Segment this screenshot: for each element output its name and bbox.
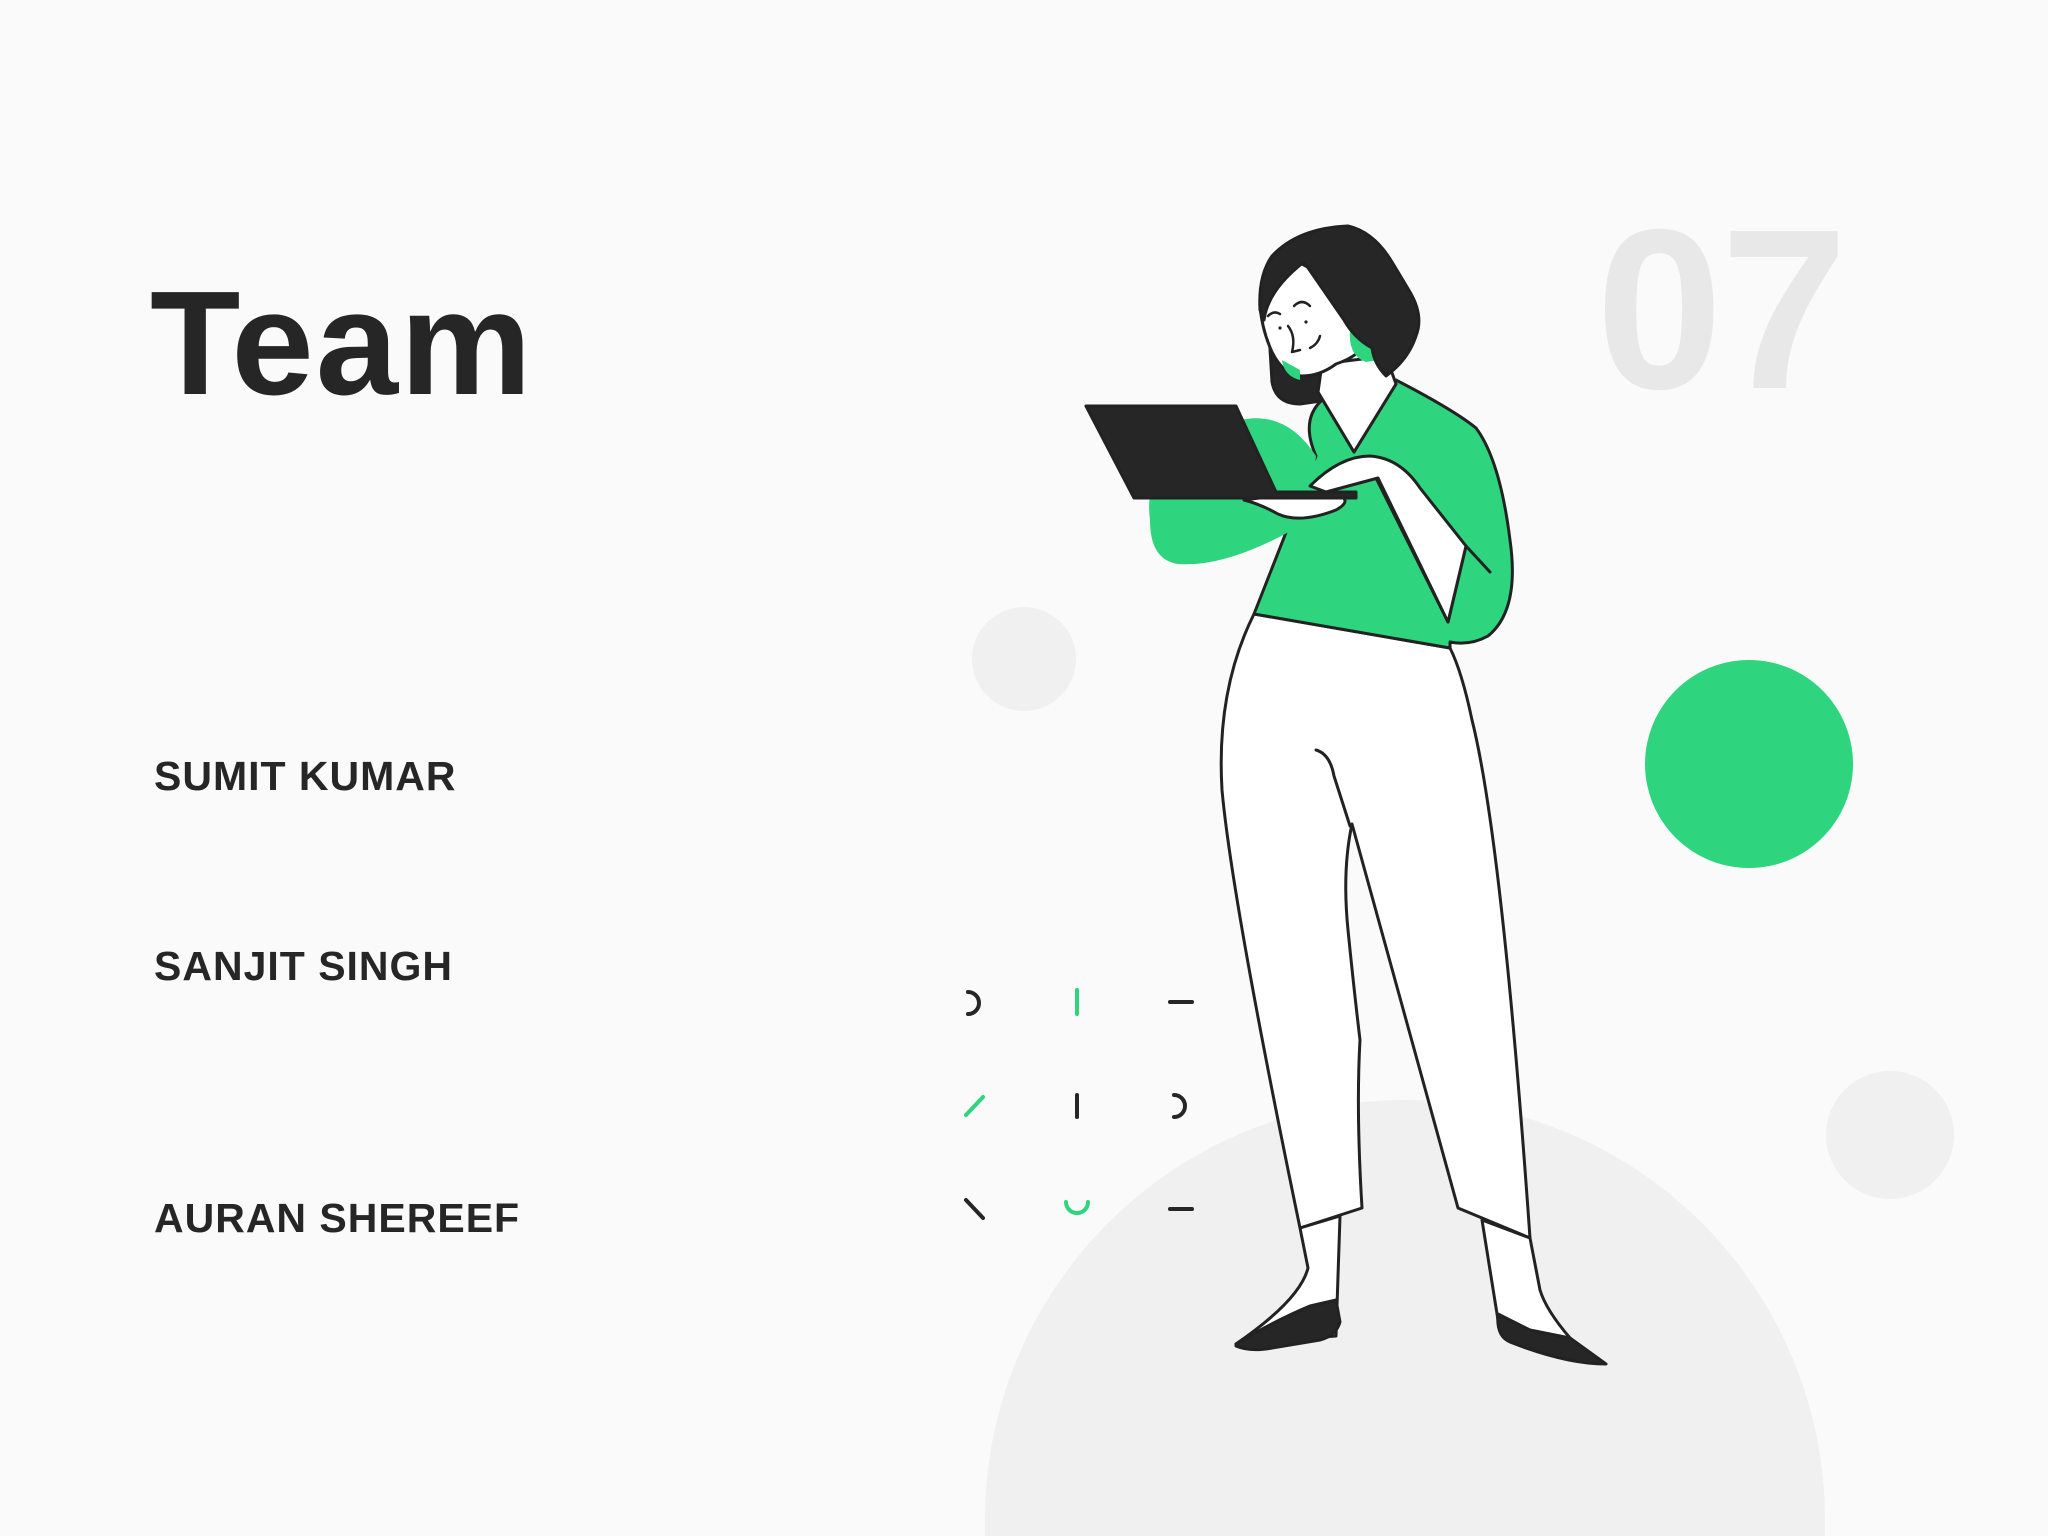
team-member-name: SUMIT KUMAR	[154, 753, 457, 799]
decor-circle-gray-right	[1826, 1071, 1954, 1199]
decor-circle-green	[1645, 660, 1853, 868]
slide-number: 07	[1596, 183, 1848, 437]
page-title: Team	[150, 261, 534, 426]
decor-circle-gray-small	[972, 607, 1076, 711]
pedestal-shape	[985, 1100, 1825, 1536]
team-member-name: AURAN SHEREEF	[154, 1195, 521, 1241]
team-member-name: SANJIT SINGH	[154, 943, 454, 989]
